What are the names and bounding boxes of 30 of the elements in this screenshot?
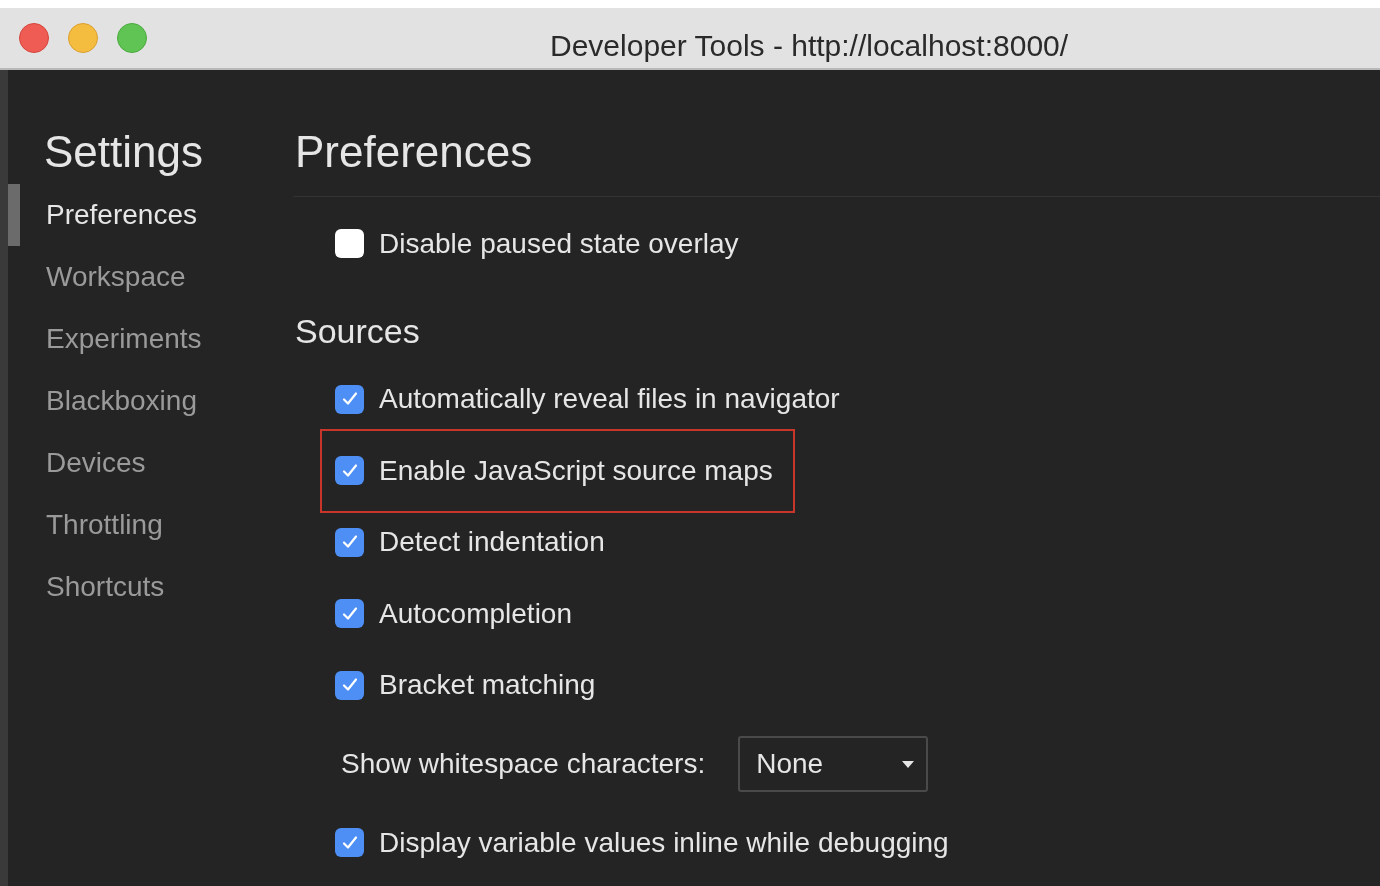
sidebar-item[interactable]: Blackboxing bbox=[46, 380, 197, 422]
checkbox-label: Detect indentation bbox=[379, 525, 605, 560]
checkbox-label: Display variable values inline while debugging bbox=[379, 825, 949, 860]
window-title: Developer Tools - http://localhost:8000/ bbox=[550, 28, 1069, 64]
checkbox[interactable] bbox=[335, 456, 364, 486]
select-label: Show whitespace characters: bbox=[341, 747, 706, 781]
checkbox-label: Automatically reveal files in navigator bbox=[379, 382, 840, 417]
selection-indicator bbox=[8, 184, 20, 246]
checkbox[interactable] bbox=[335, 828, 364, 858]
whitespace-dropdown[interactable]: None bbox=[738, 736, 929, 792]
section-title: Sources bbox=[294, 310, 421, 352]
sidebar-item[interactable]: Workspace bbox=[46, 256, 186, 298]
close-icon[interactable] bbox=[19, 23, 49, 53]
checkbox[interactable] bbox=[335, 599, 364, 629]
sidebar-item[interactable]: Devices bbox=[46, 442, 146, 484]
checkbox[interactable] bbox=[335, 384, 364, 414]
sidebar-item[interactable]: Shortcuts bbox=[46, 566, 165, 608]
sidebar-title: Settings bbox=[43, 126, 204, 178]
checkbox[interactable] bbox=[335, 670, 364, 700]
checkbox-label: Enable JavaScript source maps bbox=[379, 453, 773, 488]
sidebar-item[interactable]: Experiments bbox=[46, 318, 202, 360]
page-title: Preferences bbox=[294, 126, 534, 178]
checkbox-label: Autocompletion bbox=[379, 596, 572, 631]
checkbox[interactable] bbox=[335, 229, 364, 259]
sidebar-item[interactable]: Preferences bbox=[46, 194, 197, 236]
checkbox-label: Disable paused state overlay bbox=[379, 226, 739, 261]
sidebar-item[interactable]: Throttling bbox=[46, 504, 163, 546]
checkbox[interactable] bbox=[335, 527, 364, 557]
dropdown-caret-icon bbox=[902, 760, 915, 768]
checkbox-label: Bracket matching bbox=[379, 668, 596, 703]
